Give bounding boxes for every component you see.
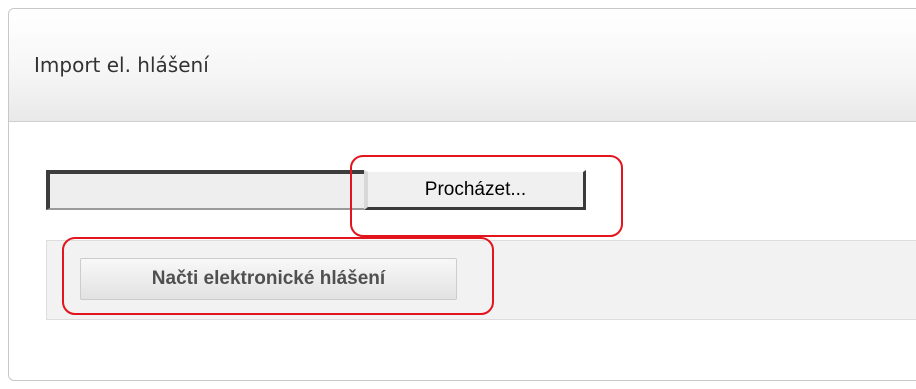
file-path-field[interactable]	[46, 170, 366, 210]
browse-button[interactable]: Procházet...	[364, 170, 586, 210]
load-report-button[interactable]: Načti elektronické hlášení	[80, 258, 457, 300]
panel-header: Import el. hlášení	[9, 9, 916, 122]
panel-title: Import el. hlášení	[34, 53, 209, 77]
file-upload-control: Procházet...	[46, 170, 586, 210]
action-bar: Načti elektronické hlášení	[46, 240, 916, 320]
